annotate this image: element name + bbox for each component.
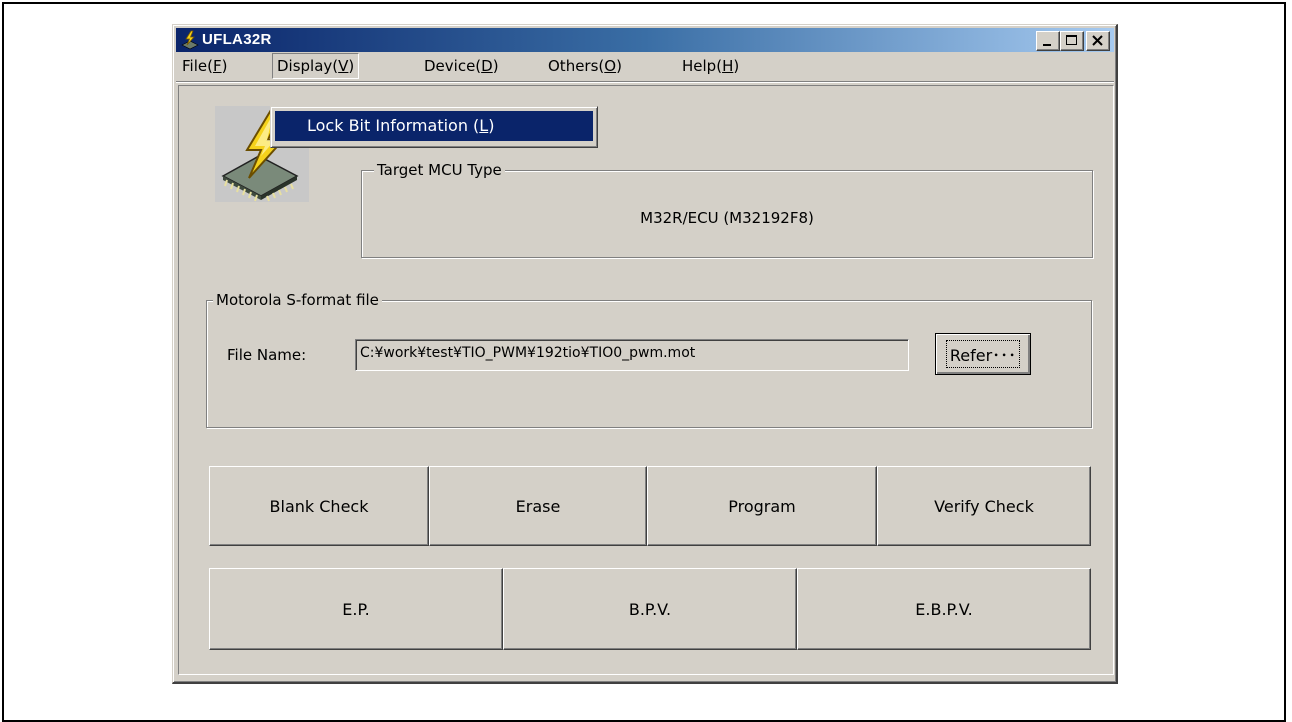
target-mcu-value: M32R/ECU (M32192F8) bbox=[640, 209, 814, 227]
file-name-label: File Name: bbox=[227, 346, 307, 364]
lightning-chip-icon bbox=[181, 30, 199, 50]
ep-button[interactable]: E.P. bbox=[209, 568, 503, 650]
close-icon bbox=[1092, 35, 1103, 46]
menu-file[interactable]: File(F) bbox=[178, 53, 231, 79]
maximize-button[interactable] bbox=[1060, 31, 1084, 51]
menu-display[interactable]: Display(V) bbox=[272, 53, 360, 79]
maximize-icon bbox=[1066, 35, 1077, 45]
erase-button[interactable]: Erase bbox=[429, 466, 647, 546]
program-button[interactable]: Program bbox=[647, 466, 877, 546]
menu-device[interactable]: Device(D) bbox=[420, 53, 503, 79]
display-menu-dropdown: Lock Bit Information (L) bbox=[270, 106, 598, 148]
target-mcu-group: Target MCU Type M32R/ECU (M32192F8) bbox=[361, 161, 1093, 258]
close-button[interactable] bbox=[1086, 31, 1110, 51]
blank-check-button[interactable]: Blank Check bbox=[209, 466, 429, 546]
menu-separator bbox=[176, 81, 1114, 83]
target-mcu-label: Target MCU Type bbox=[374, 161, 505, 179]
minimize-icon bbox=[1043, 44, 1051, 46]
file-name-field[interactable]: C:¥work¥test¥TIO_PWM¥192tio¥TIO0_pwm.mot bbox=[355, 339, 909, 371]
ebpv-button[interactable]: E.B.P.V. bbox=[797, 568, 1091, 650]
verify-check-button[interactable]: Verify Check bbox=[877, 466, 1091, 546]
menu-bar: File(F) Display(V) Device(D) Others(O) H… bbox=[176, 53, 1114, 79]
refer-button[interactable]: Refer･･･ bbox=[935, 333, 1031, 375]
title-bar[interactable]: UFLA32R bbox=[176, 28, 1114, 52]
file-group: Motorola S-format file File Name: C:¥wor… bbox=[206, 291, 1092, 428]
bpv-button[interactable]: B.P.V. bbox=[503, 568, 797, 650]
minimize-button[interactable] bbox=[1036, 31, 1060, 51]
menu-item-lock-bit-information[interactable]: Lock Bit Information (L) bbox=[275, 111, 593, 141]
menu-help[interactable]: Help(H) bbox=[678, 53, 743, 79]
window-title: UFLA32R bbox=[202, 31, 272, 48]
client-area: Target MCU Type M32R/ECU (M32192F8) Moto… bbox=[178, 85, 1114, 675]
menu-others[interactable]: Others(O) bbox=[544, 53, 626, 79]
refer-button-label: Refer･･･ bbox=[945, 340, 1021, 368]
file-group-label: Motorola S-format file bbox=[213, 291, 382, 309]
